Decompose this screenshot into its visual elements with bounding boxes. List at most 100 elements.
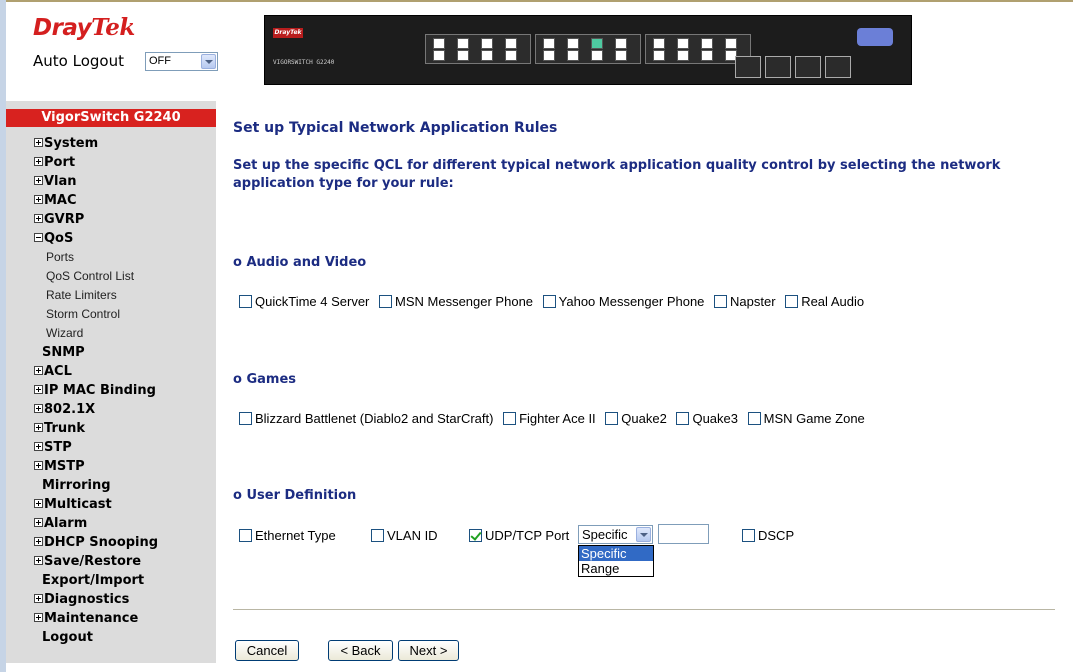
checkbox[interactable] — [542, 295, 556, 308]
page-title: Set up Typical Network Application Rules — [233, 120, 558, 136]
sidebar-item-stp[interactable]: STP — [6, 438, 216, 457]
port — [677, 50, 689, 61]
checkbox[interactable] — [503, 412, 517, 425]
plus-icon[interactable] — [34, 138, 43, 147]
sidebar-item-mac[interactable]: MAC — [6, 191, 216, 210]
sidebar-subitem-wizard[interactable]: Wizard — [6, 324, 216, 343]
checkbox[interactable] — [239, 295, 252, 308]
port — [505, 50, 517, 61]
switch-front-panel-image: DrayTek VIGORSWITCH G2240 — [264, 15, 912, 85]
sidebar-item-logout[interactable]: Logout — [6, 628, 216, 647]
back-button[interactable]: < Back — [328, 640, 393, 661]
checkbox[interactable] — [605, 412, 619, 425]
plus-icon[interactable] — [34, 556, 43, 565]
option-dscp[interactable]: DSCP — [742, 528, 794, 543]
sidebar-item-trunk[interactable]: Trunk — [6, 419, 216, 438]
cancel-button[interactable]: Cancel — [235, 640, 299, 661]
sidebar-item-8021x[interactable]: 802.1X — [6, 400, 216, 419]
plus-icon[interactable] — [34, 176, 43, 185]
sidebar: VigorSwitch G2240 System Port Vlan MAC G… — [6, 101, 216, 663]
sfp-slot — [825, 56, 851, 78]
sidebar-subitem-qos-control-list[interactable]: QoS Control List — [6, 267, 216, 286]
option-msn-game-zone[interactable]: MSN Game Zone — [747, 411, 865, 426]
option-quake3[interactable]: Quake3 — [676, 411, 738, 426]
checkbox[interactable] — [785, 295, 799, 308]
port-value-input[interactable] — [658, 524, 709, 544]
sidebar-item-export-import[interactable]: Export/Import — [6, 571, 216, 590]
checkbox[interactable] — [379, 295, 393, 308]
plus-icon[interactable] — [34, 385, 43, 394]
port-mode-select[interactable]: Specific — [578, 525, 653, 544]
sidebar-item-diagnostics[interactable]: Diagnostics — [6, 590, 216, 609]
sidebar-subitem-rate-limiters[interactable]: Rate Limiters — [6, 286, 216, 305]
plus-icon[interactable] — [34, 537, 43, 546]
sidebar-item-alarm[interactable]: Alarm — [6, 514, 216, 533]
plus-icon[interactable] — [34, 366, 43, 375]
plus-icon[interactable] — [34, 461, 43, 470]
port-active — [591, 38, 603, 49]
switch-brand-logo: DrayTek — [273, 28, 303, 38]
option-ethernet-type[interactable]: Ethernet Type — [239, 528, 336, 543]
sidebar-subitem-storm-control[interactable]: Storm Control — [6, 305, 216, 324]
sidebar-item-mirroring[interactable]: Mirroring — [6, 476, 216, 495]
plus-icon[interactable] — [34, 442, 43, 451]
checkbox[interactable] — [371, 529, 384, 542]
sidebar-item-ip-mac-binding[interactable]: IP MAC Binding — [6, 381, 216, 400]
checkbox[interactable] — [239, 529, 252, 542]
next-button[interactable]: Next > — [398, 640, 459, 661]
plus-icon[interactable] — [34, 518, 43, 527]
port — [567, 50, 579, 61]
option-yahoo-messenger-phone[interactable]: Yahoo Messenger Phone — [542, 294, 704, 309]
plus-icon[interactable] — [34, 404, 43, 413]
minus-icon[interactable] — [34, 233, 43, 242]
sidebar-item-port[interactable]: Port — [6, 153, 216, 172]
sfp-slot — [795, 56, 821, 78]
sidebar-item-system[interactable]: System — [6, 134, 216, 153]
option-blizzard-battlenet[interactable]: Blizzard Battlenet (Diablo2 and StarCraf… — [239, 411, 493, 426]
plus-icon[interactable] — [34, 157, 43, 166]
option-msn-messenger-phone[interactable]: MSN Messenger Phone — [379, 294, 533, 309]
top-border — [0, 0, 1073, 2]
checkbox[interactable] — [747, 412, 761, 425]
checkbox[interactable] — [742, 529, 755, 542]
sidebar-item-vlan[interactable]: Vlan — [6, 172, 216, 191]
section-heading-audio-video: o Audio and Video — [233, 255, 367, 270]
chevron-down-icon[interactable] — [636, 527, 651, 542]
option-real-audio[interactable]: Real Audio — [785, 294, 864, 309]
option-quicktime[interactable]: QuickTime 4 Server — [239, 294, 369, 309]
plus-icon[interactable] — [34, 195, 43, 204]
plus-icon[interactable] — [34, 594, 43, 603]
plus-icon[interactable] — [34, 423, 43, 432]
port — [701, 50, 713, 61]
port-mode-option-range[interactable]: Range — [579, 561, 653, 576]
auto-logout-label: Auto Logout — [33, 52, 124, 70]
sidebar-item-multicast[interactable]: Multicast — [6, 495, 216, 514]
port-mode-option-specific[interactable]: Specific — [579, 546, 653, 561]
auto-logout-select[interactable]: OFF — [145, 52, 218, 71]
sidebar-item-acl[interactable]: ACL — [6, 362, 216, 381]
sidebar-item-mstp[interactable]: MSTP — [6, 457, 216, 476]
option-fighter-ace[interactable]: Fighter Ace II — [503, 411, 596, 426]
section-heading-user-definition: o User Definition — [233, 488, 357, 503]
option-quake2[interactable]: Quake2 — [605, 411, 667, 426]
checkbox[interactable] — [714, 295, 728, 308]
chevron-down-icon[interactable] — [201, 54, 216, 69]
option-napster[interactable]: Napster — [714, 294, 776, 309]
plus-icon[interactable] — [34, 499, 43, 508]
sidebar-subitem-ports[interactable]: Ports — [6, 248, 216, 267]
option-udp-tcp-port[interactable]: UDP/TCP Port — [469, 528, 569, 543]
sidebar-item-maintenance[interactable]: Maintenance — [6, 609, 216, 628]
port — [433, 38, 445, 49]
sidebar-item-gvrp[interactable]: GVRP — [6, 210, 216, 229]
option-vlan-id[interactable]: VLAN ID — [371, 528, 438, 543]
plus-icon[interactable] — [34, 613, 43, 622]
checkbox[interactable] — [239, 412, 252, 425]
checkbox[interactable] — [676, 412, 690, 425]
sidebar-item-qos[interactable]: QoS — [6, 229, 216, 248]
port — [457, 38, 469, 49]
sidebar-item-snmp[interactable]: SNMP — [6, 343, 216, 362]
checkbox-checked[interactable] — [469, 529, 482, 542]
sidebar-item-dhcp-snooping[interactable]: DHCP Snooping — [6, 533, 216, 552]
sidebar-item-save-restore[interactable]: Save/Restore — [6, 552, 216, 571]
plus-icon[interactable] — [34, 214, 43, 223]
